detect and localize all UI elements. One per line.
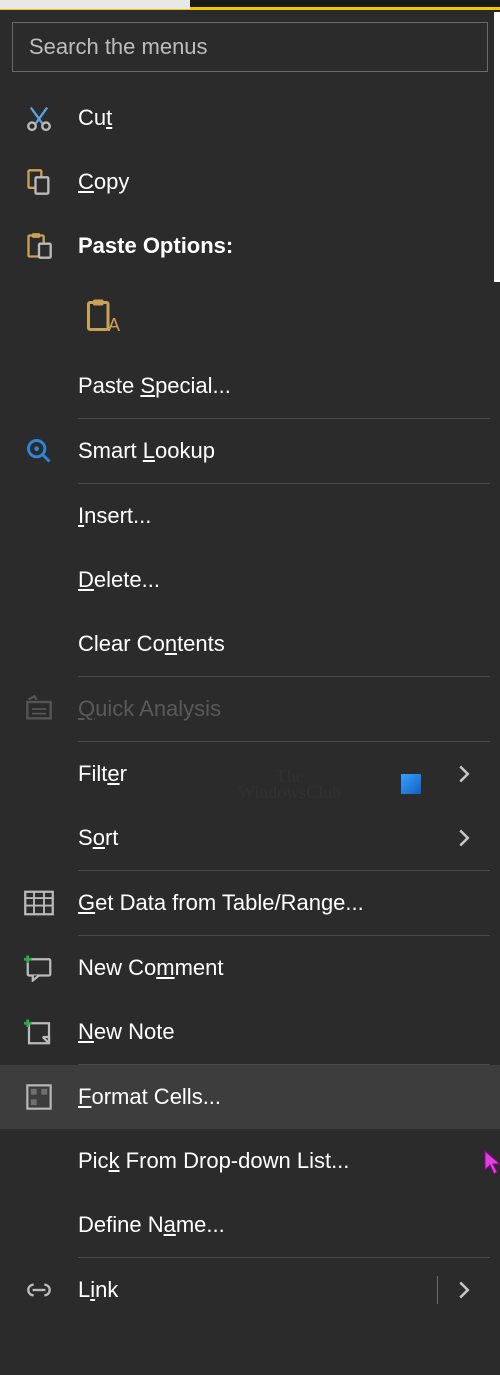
context-menu: Cut Copy Paste Options: A Paste Special.… [0, 22, 500, 1326]
menu-item-new-comment[interactable]: New Comment [0, 936, 500, 1000]
menu-label: Copy [78, 169, 484, 195]
menu-item-insert[interactable]: Insert... [0, 484, 500, 548]
menu-label: Filter [78, 761, 444, 787]
menu-item-paste-special[interactable]: Paste Special... [0, 354, 500, 418]
menu-label: Clear Contents [78, 631, 484, 657]
menu-search[interactable] [12, 22, 488, 72]
menu-label: New Note [78, 1019, 484, 1045]
paste-options-row: A [0, 278, 500, 354]
menu-item-quick-analysis: Quick Analysis [0, 677, 500, 741]
menu-label: Format Cells... [78, 1084, 484, 1110]
menu-item-sort[interactable]: Sort [0, 806, 500, 870]
copy-icon [0, 168, 78, 196]
paste-keep-text-button[interactable]: A [78, 292, 126, 340]
submenu-arrow-icon[interactable] [444, 1280, 484, 1300]
svg-text:A: A [108, 315, 120, 334]
menu-item-pick-from-list[interactable]: Pick From Drop-down List... [0, 1129, 500, 1193]
submenu-arrow-icon [444, 828, 484, 848]
menu-label: Pick From Drop-down List... [78, 1148, 484, 1174]
link-icon [0, 1279, 78, 1301]
menu-label: Sort [78, 825, 444, 851]
menu-item-smart-lookup[interactable]: Smart Lookup [0, 419, 500, 483]
menu-item-link[interactable]: Link [0, 1258, 500, 1322]
menu-label: Define Name... [78, 1212, 484, 1238]
menu-label: Paste Special... [78, 373, 484, 399]
split-divider [437, 1276, 438, 1304]
cut-icon [0, 104, 78, 132]
paste-icon [0, 232, 78, 260]
menu-item-delete[interactable]: Delete... [0, 548, 500, 612]
menu-item-clear-contents[interactable]: Clear Contents [0, 612, 500, 676]
menu-item-format-cells[interactable]: Format Cells... [0, 1065, 500, 1129]
menu-label: Delete... [78, 567, 484, 593]
smart-lookup-icon [0, 437, 78, 465]
format-cells-icon [0, 1083, 78, 1111]
menu-label: Insert... [78, 503, 484, 529]
menu-label: Cut [78, 105, 484, 131]
table-icon [0, 890, 78, 916]
new-note-icon [0, 1018, 78, 1046]
menu-item-cut[interactable]: Cut [0, 86, 500, 150]
quick-analysis-icon [0, 695, 78, 723]
menu-item-copy[interactable]: Copy [0, 150, 500, 214]
menu-item-get-data[interactable]: Get Data from Table/Range... [0, 871, 500, 935]
menu-item-new-note[interactable]: New Note [0, 1000, 500, 1064]
window-tab-strip [0, 0, 500, 10]
menu-item-filter[interactable]: Filter [0, 742, 500, 806]
menu-label: Paste Options: [78, 233, 484, 259]
menu-label: Get Data from Table/Range... [78, 890, 484, 916]
menu-item-paste-options: Paste Options: [0, 214, 500, 278]
menu-label: Quick Analysis [78, 696, 484, 722]
menu-item-define-name[interactable]: Define Name... [0, 1193, 500, 1257]
menu-label: New Comment [78, 955, 484, 981]
submenu-arrow-icon [444, 764, 484, 784]
menu-label: Smart Lookup [78, 438, 484, 464]
new-comment-icon [0, 954, 78, 982]
menu-label: Link [78, 1277, 437, 1303]
menu-search-input[interactable] [29, 34, 471, 60]
